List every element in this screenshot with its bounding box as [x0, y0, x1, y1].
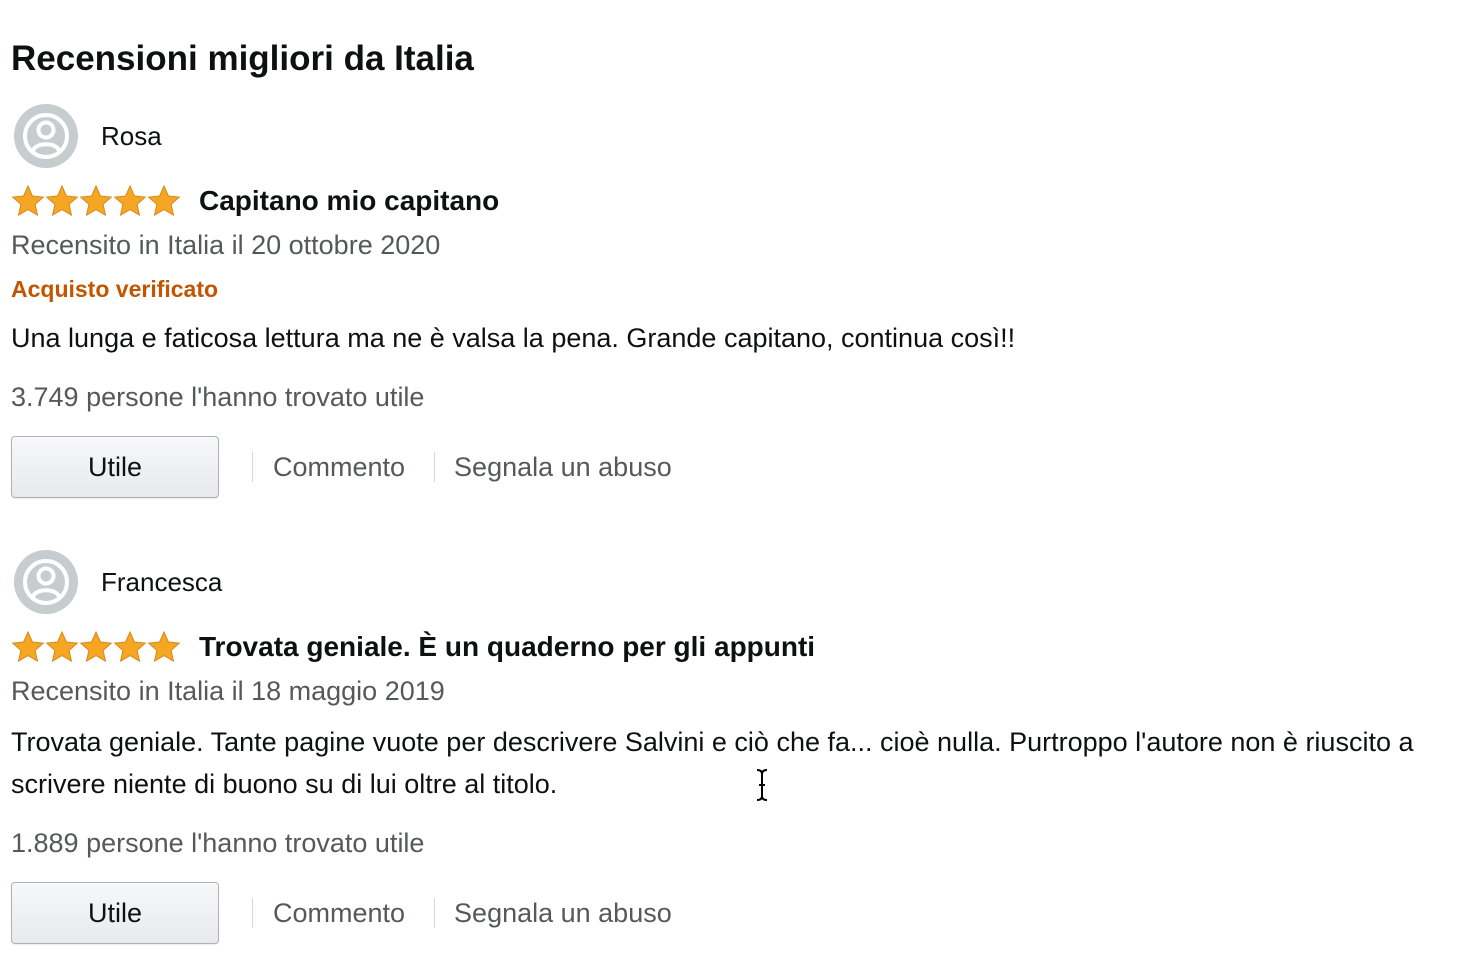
- star-icon: [113, 630, 147, 663]
- helpful-button[interactable]: Utile: [11, 436, 219, 498]
- reviewer-name: Rosa: [101, 121, 162, 151]
- report-abuse-link[interactable]: Segnala un abuso: [454, 450, 672, 484]
- reviewer-profile[interactable]: Francesca: [14, 550, 222, 614]
- star-icon: [45, 184, 79, 217]
- divider: [252, 898, 253, 928]
- helpful-count: 3.749 persone l'hanno trovato utile: [11, 382, 425, 412]
- user-silhouette-icon: [14, 104, 78, 168]
- helpful-count: 1.889 persone l'hanno trovato utile: [11, 828, 425, 858]
- comment-link[interactable]: Commento: [273, 896, 405, 930]
- star-rating[interactable]: [11, 630, 181, 664]
- reviewer-profile[interactable]: Rosa: [14, 104, 162, 168]
- star-rating[interactable]: [11, 184, 181, 218]
- review-date: Recensito in Italia il 20 ottobre 2020: [11, 230, 441, 260]
- avatar: [14, 550, 78, 614]
- review-card: Rosa Capitano mio capitano Recensito in …: [11, 104, 1471, 504]
- review-title-row: Capitano mio capitano: [11, 182, 499, 220]
- divider: [252, 452, 253, 482]
- star-icon: [147, 630, 181, 663]
- text-cursor-icon: [756, 769, 768, 801]
- star-icon: [147, 184, 181, 217]
- helpful-button[interactable]: Utile: [11, 882, 219, 944]
- comment-link[interactable]: Commento: [273, 450, 405, 484]
- star-icon: [11, 184, 45, 217]
- star-icon: [79, 630, 113, 663]
- report-abuse-link[interactable]: Segnala un abuso: [454, 896, 672, 930]
- page-title: Recensioni migliori da Italia: [11, 39, 474, 79]
- review-date: Recensito in Italia il 18 maggio 2019: [11, 676, 445, 706]
- divider: [434, 452, 436, 482]
- review-title-link[interactable]: Trovata geniale. È un quaderno per gli a…: [199, 629, 815, 665]
- user-silhouette-icon: [14, 550, 78, 614]
- review-actions: Utile Commento Segnala un abuso: [11, 880, 672, 946]
- star-icon: [79, 184, 113, 217]
- review-body: Una lunga e faticosa lettura ma ne è val…: [11, 323, 1016, 353]
- review-card: Francesca Trovata geniale. È un quaderno…: [11, 550, 1471, 970]
- avatar: [14, 104, 78, 168]
- star-icon: [113, 184, 147, 217]
- divider: [434, 898, 436, 928]
- star-icon: [11, 630, 45, 663]
- review-actions: Utile Commento Segnala un abuso: [11, 434, 672, 500]
- review-title-row: Trovata geniale. È un quaderno per gli a…: [11, 628, 815, 666]
- review-title-link[interactable]: Capitano mio capitano: [199, 183, 499, 219]
- reviewer-name: Francesca: [101, 567, 223, 597]
- review-body: Trovata geniale. Tante pagine vuote per …: [11, 727, 1414, 799]
- verified-purchase-badge[interactable]: Acquisto verificato: [11, 274, 218, 304]
- star-icon: [45, 630, 79, 663]
